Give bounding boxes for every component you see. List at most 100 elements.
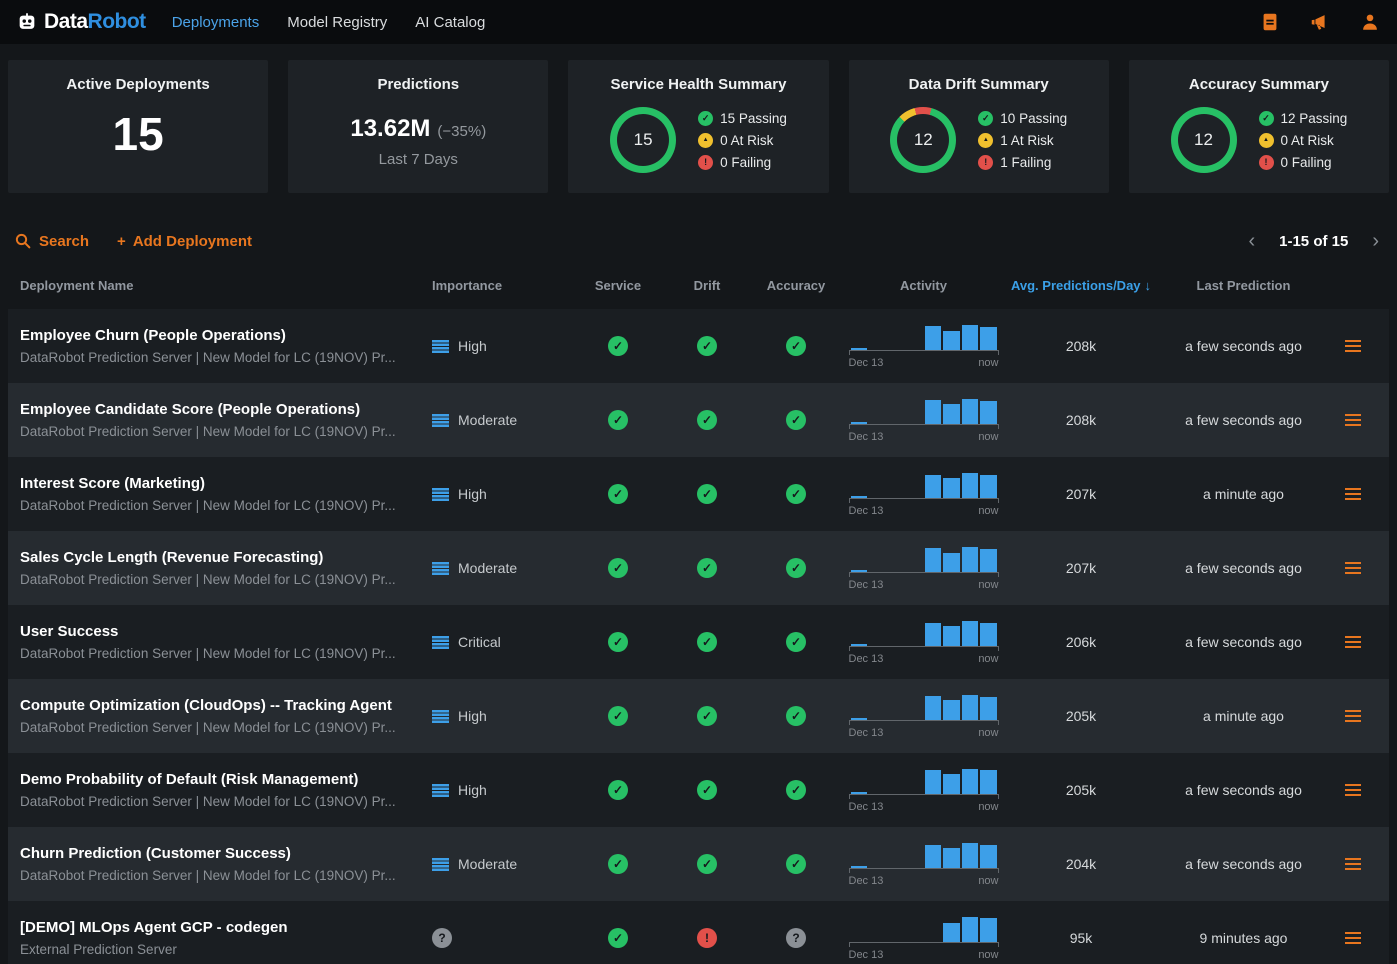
datarobot-logo[interactable]: DataRobot xyxy=(16,10,146,34)
sparkline-axis xyxy=(849,498,999,503)
sparkline-end-label: now xyxy=(978,875,998,887)
search-button[interactable]: Search xyxy=(14,232,89,250)
sparkline-bars xyxy=(849,841,999,868)
sparkline-axis xyxy=(849,720,999,725)
sparkline-start-label: Dec 13 xyxy=(849,727,884,739)
drift-status-icon: ✓ xyxy=(697,632,717,652)
legend-label: 0 Failing xyxy=(720,155,771,170)
table-row[interactable]: Employee Churn (People Operations) DataR… xyxy=(8,309,1389,383)
passing-check-icon: ✓ xyxy=(1259,111,1274,126)
accuracy-status-icon: ✓ xyxy=(786,854,806,874)
add-deployment-button[interactable]: + Add Deployment xyxy=(117,233,252,250)
avg-predictions-value: 205k xyxy=(1006,708,1156,724)
col-last-prediction[interactable]: Last Prediction xyxy=(1156,278,1331,293)
last-prediction-value: a few seconds ago xyxy=(1156,634,1331,650)
sparkline-bars xyxy=(849,323,999,350)
sparkline-bars xyxy=(849,767,999,794)
deployment-subtitle: DataRobot Prediction Server | New Model … xyxy=(20,720,428,735)
col-avg-predictions[interactable]: Avg. Predictions/Day↓ xyxy=(1006,278,1156,293)
row-menu-icon[interactable] xyxy=(1341,928,1365,949)
table-row[interactable]: Interest Score (Marketing) DataRobot Pre… xyxy=(8,457,1389,531)
legend-label: 12 Passing xyxy=(1281,111,1348,126)
table-row[interactable]: Employee Candidate Score (People Operati… xyxy=(8,383,1389,457)
table-row[interactable]: Churn Prediction (Customer Success) Data… xyxy=(8,827,1389,901)
failing-exclamation-icon: ! xyxy=(1259,155,1274,170)
nav-item-deployments[interactable]: Deployments xyxy=(172,14,260,31)
importance-label: Moderate xyxy=(458,412,517,428)
row-menu-icon[interactable] xyxy=(1341,706,1365,727)
pagination: ‹ 1-15 of 15 › xyxy=(1248,231,1383,251)
search-icon xyxy=(14,232,32,250)
row-menu-icon[interactable] xyxy=(1341,854,1365,875)
sort-desc-icon: ↓ xyxy=(1145,278,1152,293)
table-row[interactable]: Sales Cycle Length (Revenue Forecasting)… xyxy=(8,531,1389,605)
nav-item-model-registry[interactable]: Model Registry xyxy=(287,14,387,31)
user-profile-icon[interactable] xyxy=(1359,11,1381,33)
importance-icon xyxy=(432,562,449,575)
row-menu-icon[interactable] xyxy=(1341,336,1365,357)
legend-label: 0 At Risk xyxy=(720,133,773,148)
importance-label: High xyxy=(458,338,487,354)
sparkline-start-label: Dec 13 xyxy=(849,949,884,961)
card-title: Active Deployments xyxy=(66,76,209,93)
row-menu-icon[interactable] xyxy=(1341,780,1365,801)
data-drift-ring: 12 xyxy=(890,107,956,173)
deployment-name: Interest Score (Marketing) xyxy=(20,475,428,492)
table-row[interactable]: User Success DataRobot Prediction Server… xyxy=(8,605,1389,679)
deployment-subtitle: DataRobot Prediction Server | New Model … xyxy=(20,868,428,883)
importance-label: High xyxy=(458,486,487,502)
last-prediction-value: a few seconds ago xyxy=(1156,782,1331,798)
legend-label: 1 At Risk xyxy=(1000,133,1053,148)
drift-status-icon: ✓ xyxy=(697,410,717,430)
row-menu-icon[interactable] xyxy=(1341,558,1365,579)
failing-exclamation-icon: ! xyxy=(698,155,713,170)
sparkline-start-label: Dec 13 xyxy=(849,801,884,813)
deployments-table: Deployment Name Importance Service Drift… xyxy=(0,261,1397,964)
deployment-subtitle: DataRobot Prediction Server | New Model … xyxy=(20,646,428,661)
table-row[interactable]: Compute Optimization (CloudOps) -- Track… xyxy=(8,679,1389,753)
table-header: Deployment Name Importance Service Drift… xyxy=(8,261,1389,309)
col-deployment-name[interactable]: Deployment Name xyxy=(8,278,428,293)
importance-icon xyxy=(432,340,449,353)
service-health-ring: 15 xyxy=(610,107,676,173)
next-page-icon[interactable]: › xyxy=(1372,231,1379,251)
data-drift-summary-card: Data Drift Summary 12 ✓10 Passing ▲1 At … xyxy=(849,60,1109,193)
deployment-name: Churn Prediction (Customer Success) xyxy=(20,845,428,862)
col-accuracy[interactable]: Accuracy xyxy=(751,278,841,293)
sparkline-bars xyxy=(849,915,999,942)
importance-label: High xyxy=(458,782,487,798)
card-title: Service Health Summary xyxy=(611,76,787,93)
importance-icon xyxy=(432,784,449,797)
col-drift[interactable]: Drift xyxy=(663,278,751,293)
failing-exclamation-icon: ! xyxy=(978,155,993,170)
row-menu-icon[interactable] xyxy=(1341,484,1365,505)
sparkline-end-label: now xyxy=(978,949,998,961)
accuracy-status-icon: ? xyxy=(786,928,806,948)
nav-item-ai-catalog[interactable]: AI Catalog xyxy=(415,14,485,31)
table-row[interactable]: Demo Probability of Default (Risk Manage… xyxy=(8,753,1389,827)
at-risk-warning-icon: ▲ xyxy=(978,133,993,148)
importance-icon xyxy=(432,858,449,871)
predictions-delta: (−35%) xyxy=(437,123,486,140)
sparkline-end-label: now xyxy=(978,579,998,591)
legend-label: 0 Failing xyxy=(1281,155,1332,170)
service-status-icon: ✓ xyxy=(608,928,628,948)
drift-status-icon: ✓ xyxy=(697,780,717,800)
importance-icon: ? xyxy=(432,928,452,948)
last-prediction-value: a few seconds ago xyxy=(1156,560,1331,576)
last-prediction-value: a minute ago xyxy=(1156,486,1331,502)
col-activity[interactable]: Activity xyxy=(841,278,1006,293)
sparkline-start-label: Dec 13 xyxy=(849,505,884,517)
row-menu-icon[interactable] xyxy=(1341,410,1365,431)
col-service[interactable]: Service xyxy=(573,278,663,293)
col-importance[interactable]: Importance xyxy=(428,278,573,293)
row-menu-icon[interactable] xyxy=(1341,632,1365,653)
prev-page-icon[interactable]: ‹ xyxy=(1248,231,1255,251)
activity-sparkline: Dec 13 now xyxy=(849,619,999,665)
brand-wordmark: DataRobot xyxy=(44,10,146,34)
docs-icon[interactable] xyxy=(1259,11,1281,33)
active-deployments-card: Active Deployments 15 xyxy=(8,60,268,193)
table-row[interactable]: [DEMO] MLOps Agent GCP - codegen Externa… xyxy=(8,901,1389,964)
avg-predictions-value: 208k xyxy=(1006,338,1156,354)
announcements-megaphone-icon[interactable] xyxy=(1309,11,1331,33)
